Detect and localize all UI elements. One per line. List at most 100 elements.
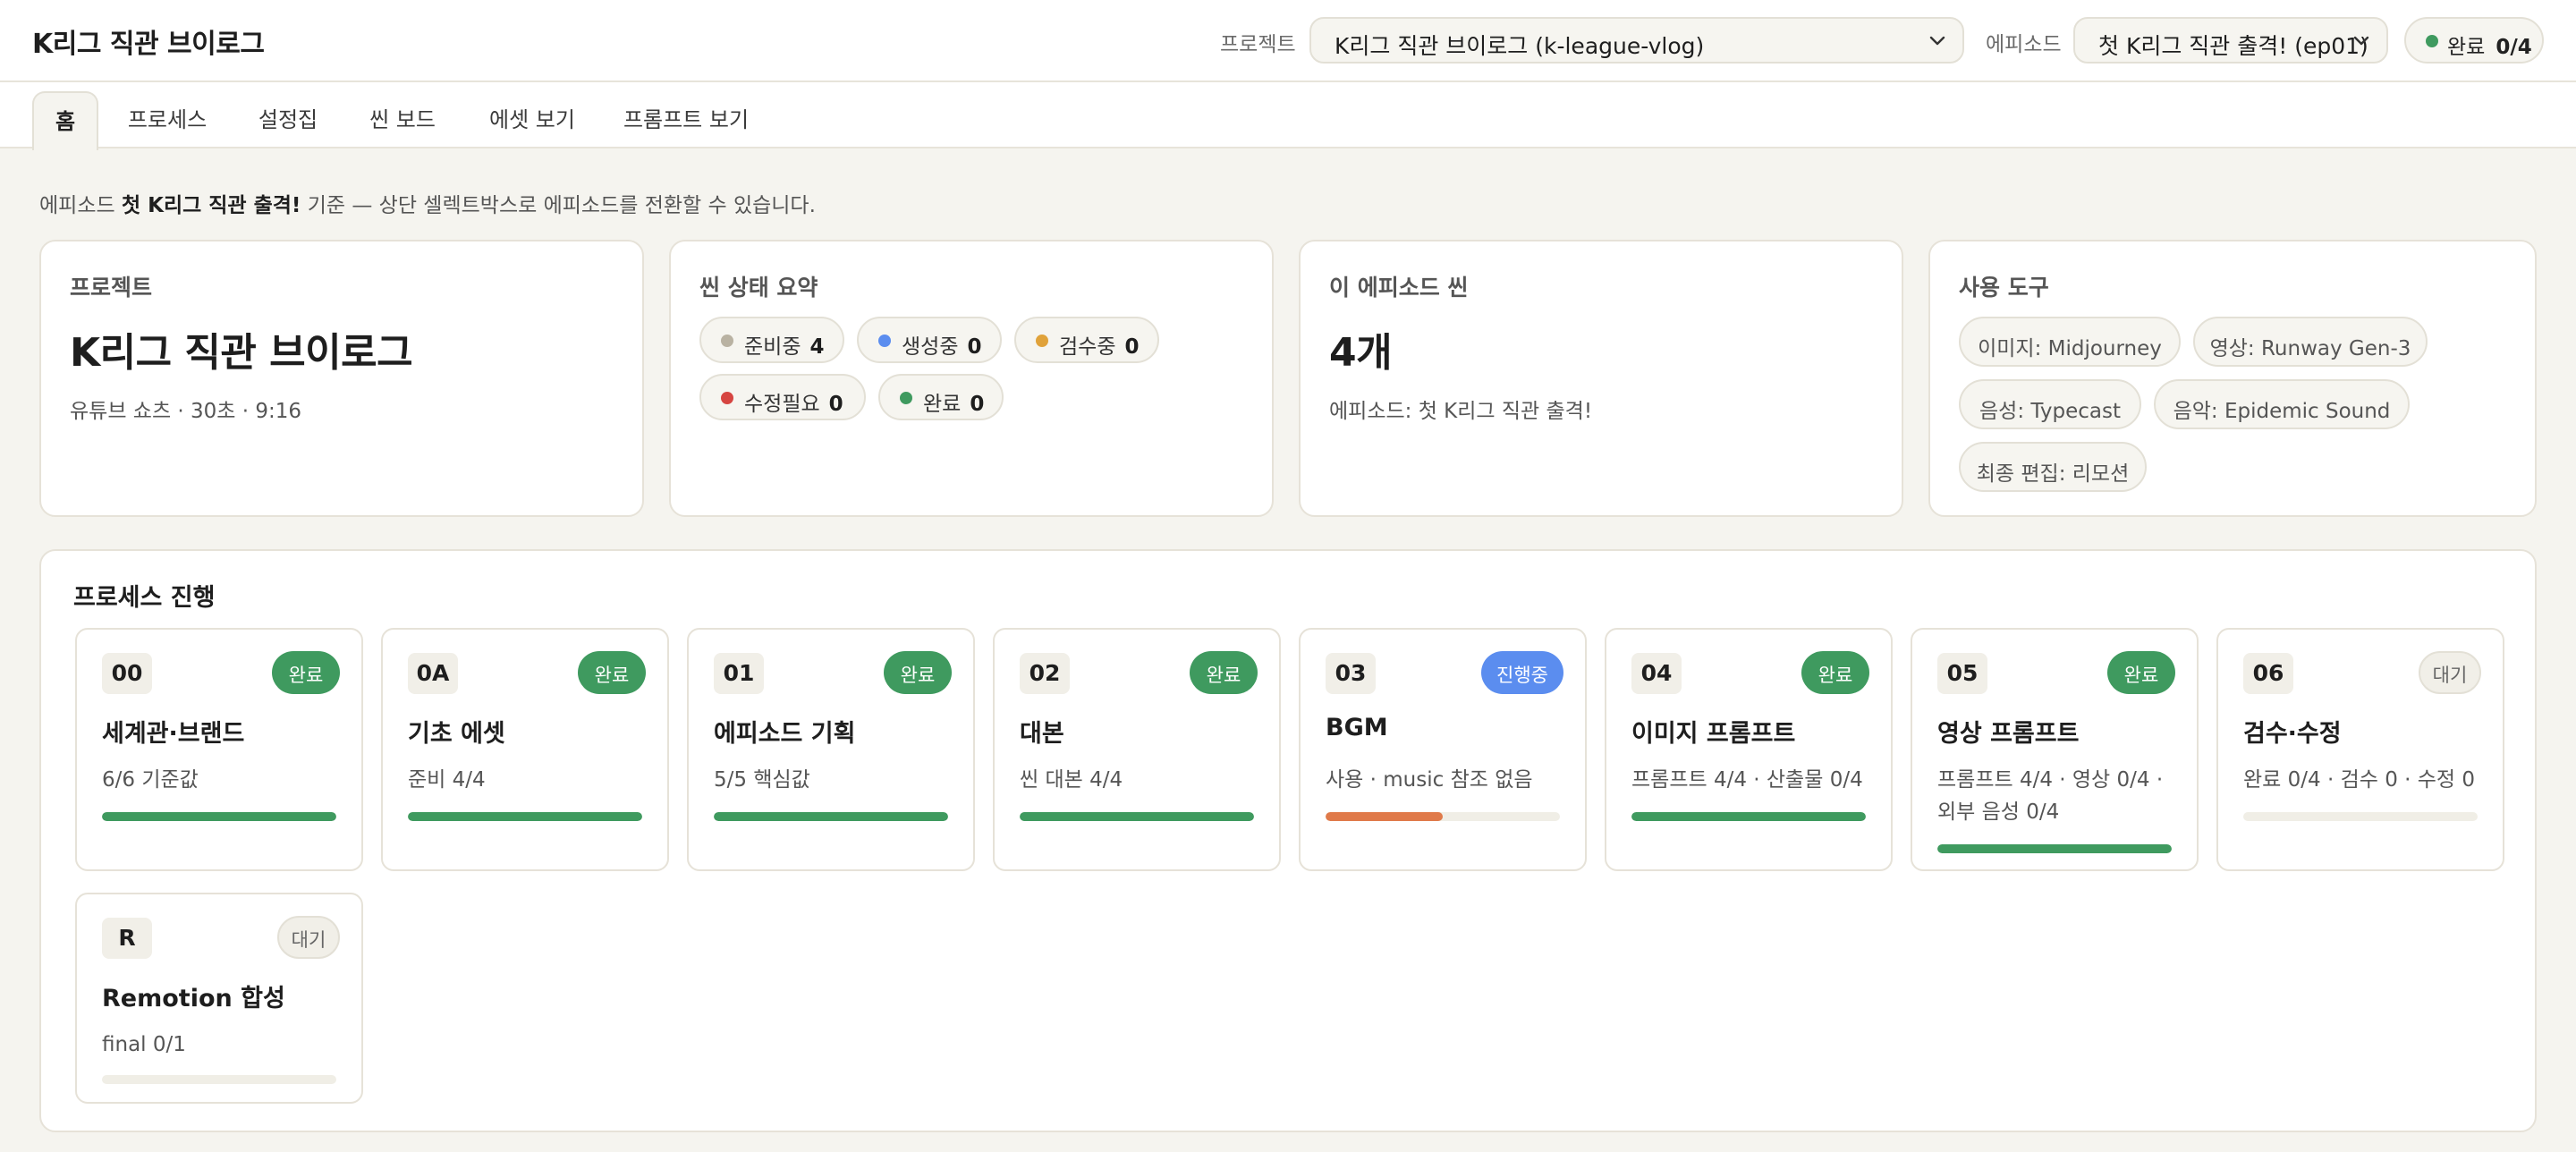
episode-select[interactable]: 첫 K리그 직관 출격! (ep01) (2073, 17, 2388, 64)
step-description: 씬 대본 4/4 (1020, 768, 1123, 792)
step-review-fix[interactable]: 06 대기 검수·수정 완료 0/4 · 검수 0 · 수정 0 (2216, 628, 2504, 871)
card-heading: 프로젝트 (70, 275, 153, 301)
step-code: 00 (102, 653, 152, 694)
card-heading: 이 에피소드 씬 (1329, 275, 1469, 301)
scene-status-card: 씬 상태 요약 준비중 4 생성중 0 검수중 0 수정필요 0 완료 0 (669, 240, 1274, 517)
tools-card: 사용 도구 이미지: Midjourney 영상: Runway Gen-3 음… (1928, 240, 2537, 517)
progress-bar-fill (1937, 844, 2172, 853)
progress-bar (102, 1075, 336, 1084)
tab-home[interactable]: 홈 (32, 91, 98, 150)
step-description: 프롬프트 4/4 · 영상 0/4 · 외부 음성 0/4 (1937, 768, 2164, 824)
progress-bar (102, 812, 336, 821)
step-name: 이미지 프롬프트 (1631, 720, 1796, 748)
step-name: BGM (1326, 714, 1388, 741)
chevron-down-icon (1929, 36, 1945, 46)
status-chip-label: 완료 (923, 393, 962, 416)
step-code: 01 (714, 653, 764, 694)
step-description: 완료 0/4 · 검수 0 · 수정 0 (2243, 768, 2476, 792)
tool-chip: 영상: Runway Gen-3 (2193, 317, 2428, 367)
status-chip-label: 생성중 (902, 335, 959, 359)
status-chip-reviewing: 검수중 0 (1014, 317, 1159, 363)
project-meta: 유튜브 쇼츠 · 30초 · 9:16 (70, 400, 302, 423)
card-heading: 사용 도구 (1959, 275, 2049, 301)
episode-meta: 에피소드: 첫 K리그 직관 출격! (1329, 400, 1593, 423)
step-name: 세계관·브랜드 (102, 720, 245, 748)
tab-process[interactable]: 프로세스 (116, 91, 218, 150)
tool-chip: 음성: Typecast (1959, 379, 2141, 429)
status-badge: 대기 (277, 916, 340, 959)
step-code: 0A (408, 653, 458, 694)
step-base-assets[interactable]: 0A 완료기초 에셋준비 4/4 (381, 628, 669, 871)
project-select[interactable]: K리그 직관 브이로그 (k-league-vlog) (1309, 17, 1964, 64)
status-chip-label: 수정필요 (744, 393, 820, 416)
progress-bar-fill (102, 812, 336, 821)
step-episode-plan[interactable]: 01 완료 에피소드 기획 5/5 핵심값 (687, 628, 975, 871)
project-title: K리그 직관 브이로그 (70, 330, 413, 376)
progress-bar (2243, 812, 2478, 821)
step-bgm[interactable]: 03 진행중 BGM 사용 · music 참조 없음 (1299, 628, 1587, 871)
progress-bar (714, 812, 948, 821)
status-chip-preparing: 준비중 4 (699, 317, 844, 363)
project-select-value: K리그 직관 브이로그 (k-league-vlog) (1335, 33, 1705, 59)
notice-suffix: 기준 — 상단 셀렉트박스로 에피소드를 전환할 수 있습니다. (301, 194, 816, 217)
status-dot-icon (721, 335, 733, 347)
status-chip-done: 완료 0 (878, 374, 1004, 420)
step-video-prompt[interactable]: 05 완료 영상 프롬프트 프롬프트 4/4 · 영상 0/4 · 외부 음성 0/4 (1911, 628, 2199, 871)
status-badge: 완료 (1190, 651, 1258, 694)
tab-prompt-view[interactable]: 프롬프트 보기 (614, 91, 758, 150)
step-image-prompt[interactable]: 04 완료 이미지 프롬프트 프롬프트 4/4 · 산출물 0/4 (1605, 628, 1893, 871)
project-select-label: 프로젝트 (1220, 33, 1296, 56)
status-badge: 대기 (2419, 651, 2481, 694)
step-script[interactable]: 02 완료대본씬 대본 4/4 (993, 628, 1281, 871)
done-count-badge: 완료 0/4 (2404, 17, 2544, 64)
status-badge: 완료 (1801, 651, 1869, 694)
status-dot-icon (1036, 335, 1048, 347)
step-name: 에피소드 기획 (714, 720, 856, 748)
status-dot-icon (721, 392, 733, 404)
step-description: 프롬프트 4/4 · 산출물 0/4 (1631, 768, 1863, 792)
status-chip-count: 0 (1124, 335, 1140, 359)
status-chip-count: 4 (809, 335, 825, 359)
tab-settings[interactable]: 설정집 (242, 91, 335, 150)
progress-bar (408, 812, 642, 821)
status-chip-generating: 생성중 0 (857, 317, 1002, 363)
card-heading: 씬 상태 요약 (699, 275, 818, 301)
progress-bar (1326, 812, 1560, 821)
status-badge: 완료 (578, 651, 646, 694)
status-dot-icon (2426, 35, 2438, 47)
progress-bar-fill (408, 812, 642, 821)
episode-scenes-card: 이 에피소드 씬 4개 에피소드: 첫 K리그 직관 출격! (1299, 240, 1903, 517)
tab-asset-view[interactable]: 에셋 보기 (472, 91, 592, 150)
process-panel: 프로세스 진행 00 완료 세계관·브랜드 6/6 기준값 0A 완료 기초 에셋 준비 4/… (39, 549, 2537, 1132)
status-chip-label: 검수중 (1059, 335, 1116, 359)
tool-chip: 음악: Epidemic Sound (2154, 379, 2410, 429)
step-name: 영상 프롬프트 (1937, 720, 2080, 748)
status-chip-count: 0 (970, 393, 985, 416)
step-description: 준비 4/4 (408, 768, 486, 792)
done-count-label: 완료 (2447, 36, 2486, 59)
step-name: 기초 에셋 (408, 720, 505, 748)
step-description: final 0/1 (102, 1033, 186, 1056)
status-badge: 완료 (272, 651, 340, 694)
status-badge: 진행중 (1481, 651, 1563, 694)
step-world-brand[interactable]: 00 완료세계관·브랜드 6/6 기준값 (75, 628, 363, 871)
status-chip-count: 0 (967, 335, 982, 359)
step-code: 02 (1020, 653, 1070, 694)
done-count-value: 0/4 (2496, 36, 2532, 59)
episode-select-label: 에피소드 (1986, 33, 2062, 56)
status-badge: 완료 (2107, 651, 2175, 694)
tool-chip: 이미지: Midjourney (1959, 317, 2181, 367)
project-card: 프로젝트 K리그 직관 브이로그 유튜브 쇼츠 · 30초 · 9:16 (39, 240, 644, 517)
tab-scene-board[interactable]: 씬 보드 (354, 91, 451, 150)
step-description: 사용 · music 참조 없음 (1326, 768, 1533, 792)
step-description: 5/5 핵심값 (714, 768, 810, 792)
step-name: 대본 (1020, 720, 1064, 748)
status-dot-icon (900, 392, 912, 404)
step-description: 6/6 기준값 (102, 768, 199, 792)
progress-bar (1020, 812, 1254, 821)
progress-bar (1631, 812, 1866, 821)
step-remotion[interactable]: R 대기 Remotion 합성 final 0/1 (75, 893, 363, 1104)
progress-bar-fill (714, 812, 948, 821)
chevron-down-icon (2353, 36, 2369, 46)
step-name: Remotion 합성 (102, 985, 285, 1012)
